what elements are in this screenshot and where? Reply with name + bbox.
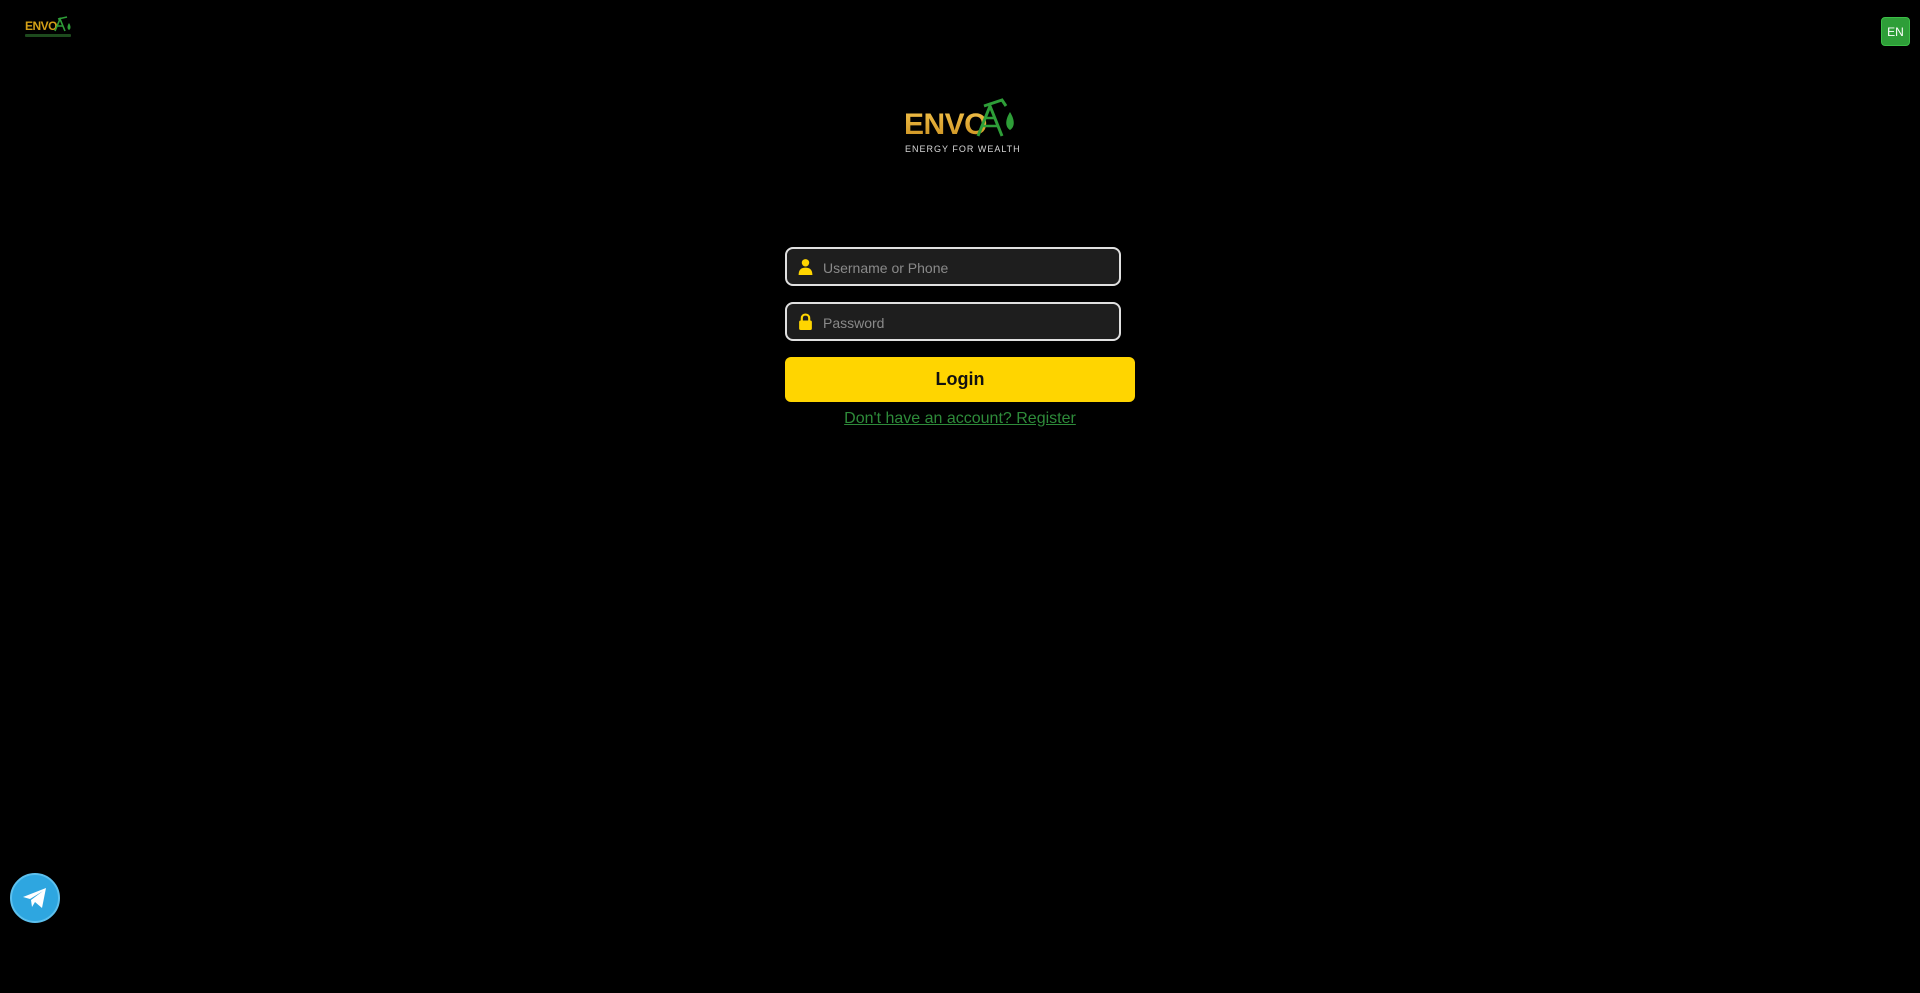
oil-pump-icon <box>54 16 71 32</box>
user-icon <box>798 259 813 275</box>
header-logo[interactable]: ENVO <box>25 15 71 41</box>
language-button[interactable]: EN <box>1881 17 1910 46</box>
header-logo-tagline <box>25 34 71 37</box>
login-button[interactable]: Login <box>785 357 1135 402</box>
brand-slogan: ENERGY FOR WEALTH <box>905 144 1021 154</box>
username-input[interactable] <box>821 249 1115 286</box>
telegram-icon <box>23 888 46 908</box>
password-input[interactable] <box>821 304 1115 341</box>
register-link[interactable]: Don't have an account? Register <box>785 410 1135 428</box>
telegram-support-button[interactable] <box>10 873 60 923</box>
login-form: Login Don't have an account? Register <box>785 247 1135 428</box>
oil-pump-icon <box>976 98 1014 137</box>
lock-icon <box>799 313 812 330</box>
password-field[interactable] <box>785 302 1121 341</box>
brand-logo: ENVO ENERGY FOR WEALTH <box>904 96 1020 160</box>
username-field[interactable] <box>785 247 1121 286</box>
